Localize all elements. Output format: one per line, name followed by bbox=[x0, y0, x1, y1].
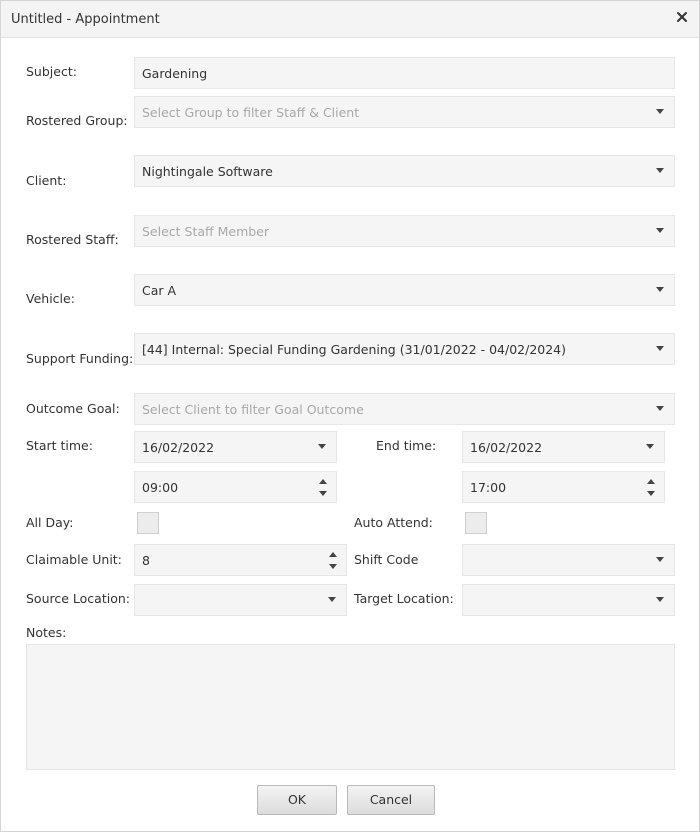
support-funding-label: Support Funding: bbox=[26, 351, 134, 366]
chevron-down-icon[interactable] bbox=[646, 444, 654, 449]
spinner[interactable] bbox=[328, 551, 338, 571]
all-day-checkbox[interactable] bbox=[137, 512, 159, 534]
chevron-down-icon[interactable] bbox=[656, 406, 664, 411]
rostered-staff-label: Rostered Staff: bbox=[26, 232, 119, 247]
subject-label: Subject: bbox=[26, 64, 77, 79]
rostered-group-placeholder: Select Group to filter Staff & Client bbox=[142, 105, 360, 120]
rostered-staff-select[interactable]: Select Staff Member bbox=[134, 215, 675, 247]
client-select[interactable]: Nightingale Software bbox=[134, 155, 675, 187]
outcome-goal-select[interactable]: Select Client to filter Goal Outcome bbox=[134, 393, 675, 425]
decrement-icon[interactable] bbox=[647, 491, 655, 496]
increment-icon[interactable] bbox=[319, 479, 327, 484]
vehicle-value: Car A bbox=[142, 283, 177, 298]
source-location-label: Source Location: bbox=[26, 591, 130, 606]
spinner[interactable] bbox=[646, 478, 656, 498]
chevron-down-icon[interactable] bbox=[656, 109, 664, 114]
outcome-goal-label: Outcome Goal: bbox=[26, 401, 120, 416]
start-date-picker[interactable]: 16/02/2022 bbox=[134, 431, 337, 463]
claimable-unit-label: Claimable Unit: bbox=[26, 552, 122, 567]
close-icon[interactable] bbox=[675, 10, 689, 24]
title-bar: Untitled - Appointment bbox=[1, 1, 699, 38]
vehicle-select[interactable]: Car A bbox=[134, 274, 675, 306]
chevron-down-icon[interactable] bbox=[656, 597, 664, 602]
outcome-goal-placeholder: Select Client to filter Goal Outcome bbox=[142, 402, 364, 417]
source-location-select[interactable] bbox=[134, 584, 347, 616]
chevron-down-icon[interactable] bbox=[656, 346, 664, 351]
rostered-group-select[interactable]: Select Group to filter Staff & Client bbox=[134, 96, 675, 128]
increment-icon[interactable] bbox=[647, 479, 655, 484]
client-label: Client: bbox=[26, 173, 67, 188]
decrement-icon[interactable] bbox=[329, 564, 337, 569]
client-value: Nightingale Software bbox=[142, 164, 273, 179]
shift-code-select[interactable] bbox=[462, 544, 675, 576]
window-title: Untitled - Appointment bbox=[11, 12, 160, 27]
rostered-staff-placeholder: Select Staff Member bbox=[142, 224, 270, 239]
start-time-label: Start time: bbox=[26, 438, 93, 453]
chevron-down-icon[interactable] bbox=[318, 444, 326, 449]
start-time-value: 09:00 bbox=[142, 480, 179, 495]
shift-code-label: Shift Code bbox=[354, 552, 419, 567]
cancel-button[interactable]: Cancel bbox=[347, 785, 435, 815]
increment-icon[interactable] bbox=[329, 552, 337, 557]
ok-button[interactable]: OK bbox=[257, 785, 337, 815]
claimable-unit-stepper[interactable]: 8 bbox=[134, 544, 347, 576]
target-location-label: Target Location: bbox=[354, 591, 454, 606]
chevron-down-icon[interactable] bbox=[656, 557, 664, 562]
all-day-label: All Day: bbox=[26, 515, 74, 530]
chevron-down-icon[interactable] bbox=[656, 287, 664, 292]
end-date-value: 16/02/2022 bbox=[470, 440, 543, 455]
appointment-dialog: Untitled - Appointment Subject: Gardenin… bbox=[0, 0, 700, 832]
auto-attend-checkbox[interactable] bbox=[465, 512, 487, 534]
chevron-down-icon[interactable] bbox=[656, 228, 664, 233]
chevron-down-icon[interactable] bbox=[656, 168, 664, 173]
notes-label: Notes: bbox=[26, 625, 67, 640]
subject-input[interactable]: Gardening bbox=[134, 57, 675, 89]
end-date-picker[interactable]: 16/02/2022 bbox=[462, 431, 665, 463]
claimable-unit-value: 8 bbox=[142, 553, 150, 568]
rostered-group-label: Rostered Group: bbox=[26, 113, 128, 128]
subject-value: Gardening bbox=[142, 66, 208, 81]
end-time-stepper[interactable]: 17:00 bbox=[462, 471, 665, 503]
spinner[interactable] bbox=[318, 478, 328, 498]
end-time-value: 17:00 bbox=[470, 480, 507, 495]
auto-attend-label: Auto Attend: bbox=[354, 515, 433, 530]
support-funding-value: [44] Internal: Special Funding Gardening… bbox=[142, 342, 567, 357]
notes-textarea[interactable] bbox=[26, 644, 675, 770]
end-time-label: End time: bbox=[376, 438, 437, 453]
chevron-down-icon[interactable] bbox=[328, 597, 336, 602]
support-funding-select[interactable]: [44] Internal: Special Funding Gardening… bbox=[134, 333, 675, 365]
decrement-icon[interactable] bbox=[319, 491, 327, 496]
start-date-value: 16/02/2022 bbox=[142, 440, 215, 455]
target-location-select[interactable] bbox=[462, 584, 675, 616]
vehicle-label: Vehicle: bbox=[26, 291, 75, 306]
start-time-stepper[interactable]: 09:00 bbox=[134, 471, 337, 503]
